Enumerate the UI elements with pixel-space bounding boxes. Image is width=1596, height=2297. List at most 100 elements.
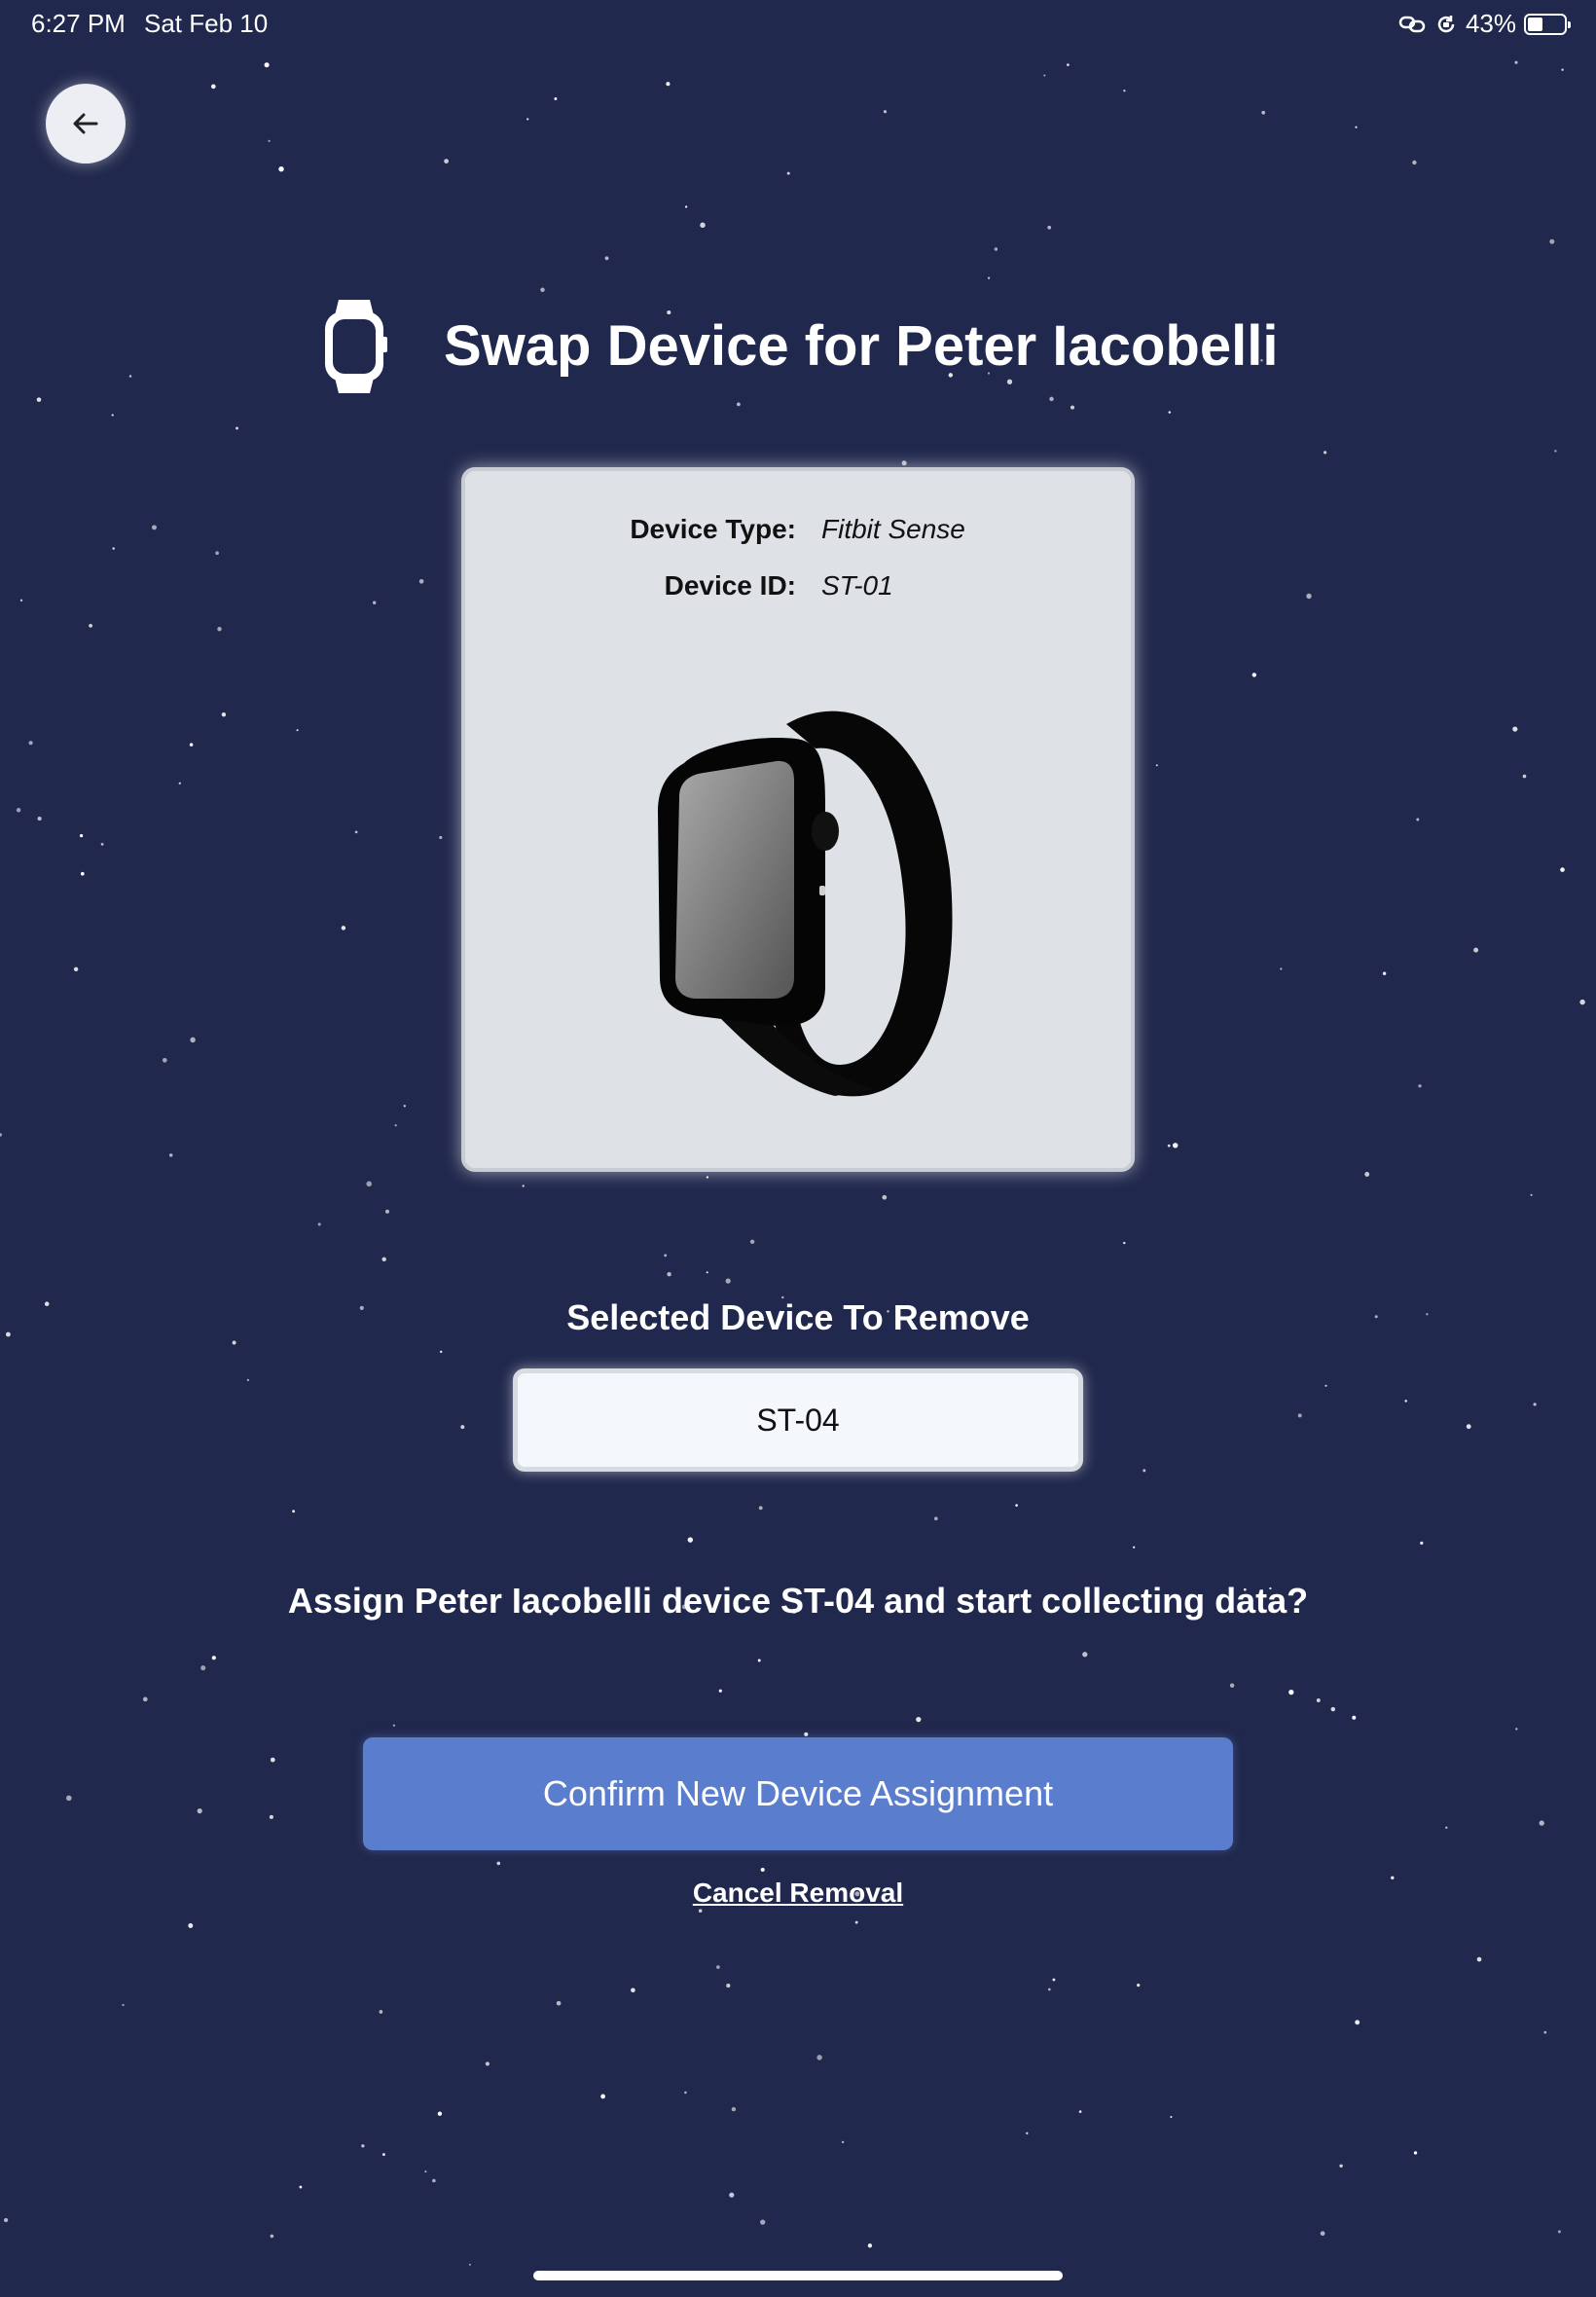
star	[384, 1209, 390, 1214]
star	[1170, 2115, 1173, 2119]
back-button[interactable]	[46, 84, 126, 164]
star	[1445, 1826, 1448, 1829]
star	[1416, 818, 1420, 821]
star	[816, 2055, 822, 2060]
star	[1229, 1683, 1235, 1688]
title-row: Swap Device for Peter Iacobelli	[0, 292, 1596, 401]
star	[882, 1194, 888, 1200]
star	[1137, 1983, 1141, 1987]
link-icon	[1398, 16, 1426, 32]
star	[758, 1506, 763, 1511]
confirm-assignment-button[interactable]: Confirm New Device Assignment	[363, 1737, 1233, 1850]
star	[804, 1732, 809, 1736]
cancel-removal-link[interactable]: Cancel Removal	[0, 1878, 1596, 1909]
star	[1579, 999, 1585, 1005]
star	[439, 835, 443, 840]
star	[687, 1537, 694, 1543]
star	[190, 1037, 196, 1043]
status-bar: 6:27 PM Sat Feb 10 43%	[0, 0, 1596, 47]
star	[760, 2219, 766, 2225]
star	[16, 808, 21, 813]
star	[37, 817, 42, 821]
star	[1167, 1144, 1171, 1148]
star	[854, 1920, 858, 1924]
star	[217, 627, 222, 632]
star	[1320, 2231, 1325, 2237]
star	[89, 624, 92, 628]
star	[437, 2111, 443, 2116]
star	[178, 782, 181, 784]
star	[916, 1716, 922, 1723]
star	[1123, 1241, 1126, 1245]
star	[731, 2106, 737, 2112]
star	[729, 2192, 735, 2198]
star	[933, 1516, 938, 1521]
star	[392, 1724, 396, 1727]
device-type-value: Fitbit Sense	[821, 514, 965, 544]
star	[1420, 1541, 1424, 1546]
star	[1404, 1400, 1407, 1403]
star	[0, 1133, 3, 1137]
star	[232, 1340, 236, 1345]
star	[1155, 764, 1158, 767]
star	[1070, 405, 1075, 410]
star	[786, 171, 790, 175]
star	[197, 1807, 202, 1814]
star	[1533, 1403, 1537, 1406]
device-type-label: Device Type:	[630, 514, 796, 544]
battery-percent: 43%	[1465, 9, 1516, 38]
star	[296, 729, 299, 732]
star	[1561, 68, 1564, 71]
star	[1352, 1715, 1357, 1720]
star	[418, 578, 424, 584]
star	[246, 1378, 250, 1382]
star	[379, 2010, 383, 2014]
star	[403, 1105, 406, 1108]
star	[706, 1176, 709, 1179]
page-title: Swap Device for Peter Iacobelli	[444, 314, 1279, 378]
star	[439, 1350, 443, 1354]
selected-device-field[interactable]: ST-04	[513, 1368, 1083, 1472]
star	[264, 62, 270, 68]
star	[1082, 1652, 1088, 1658]
star	[757, 1659, 761, 1662]
star	[189, 743, 194, 747]
star	[1288, 1689, 1294, 1695]
selected-device-value: ST-04	[756, 1402, 840, 1438]
star	[210, 84, 216, 90]
star	[1522, 774, 1527, 779]
status-date: Sat Feb 10	[144, 9, 269, 38]
assignment-prompt: Assign Peter Iacobelli device ST-04 and …	[287, 1581, 1309, 1621]
star	[269, 1814, 273, 1819]
star	[270, 2234, 274, 2239]
star	[270, 1757, 275, 1763]
star	[1052, 1978, 1056, 1982]
arrow-left-icon	[73, 113, 98, 134]
star	[726, 1984, 731, 1988]
battery-icon	[1524, 13, 1571, 35]
star	[1512, 726, 1518, 732]
star	[1323, 451, 1327, 455]
status-time: 6:27 PM	[31, 9, 126, 38]
star	[460, 1425, 465, 1430]
star	[987, 276, 991, 279]
star	[1067, 63, 1070, 66]
star	[221, 712, 227, 717]
star	[1324, 1384, 1327, 1387]
star	[73, 966, 79, 972]
star	[667, 1271, 671, 1277]
star	[1549, 238, 1555, 244]
star	[684, 2091, 687, 2095]
star	[1355, 2020, 1360, 2025]
star	[468, 2263, 471, 2266]
star	[366, 1181, 372, 1187]
star	[631, 1987, 635, 1993]
star	[444, 159, 449, 164]
star	[725, 1278, 731, 1284]
star	[381, 1257, 386, 1262]
star	[1364, 1172, 1370, 1177]
star	[111, 414, 114, 417]
star	[432, 2178, 436, 2183]
star	[1043, 74, 1046, 77]
star	[1168, 411, 1172, 414]
